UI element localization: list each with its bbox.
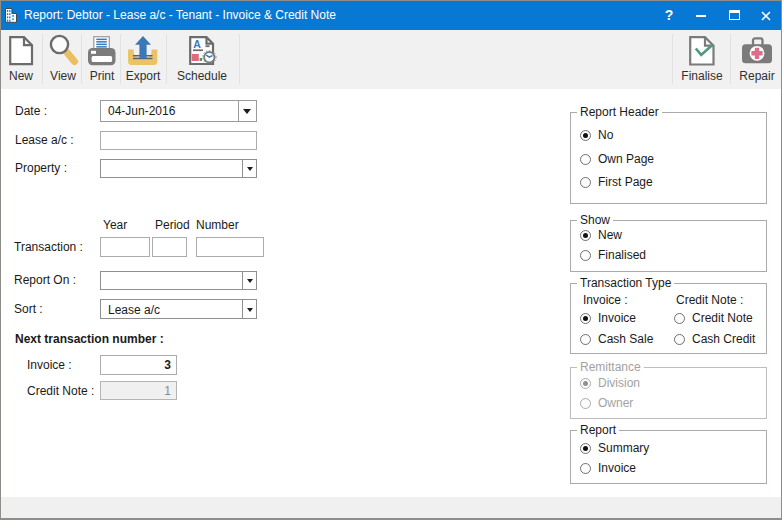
svg-text:A: A — [193, 38, 201, 50]
